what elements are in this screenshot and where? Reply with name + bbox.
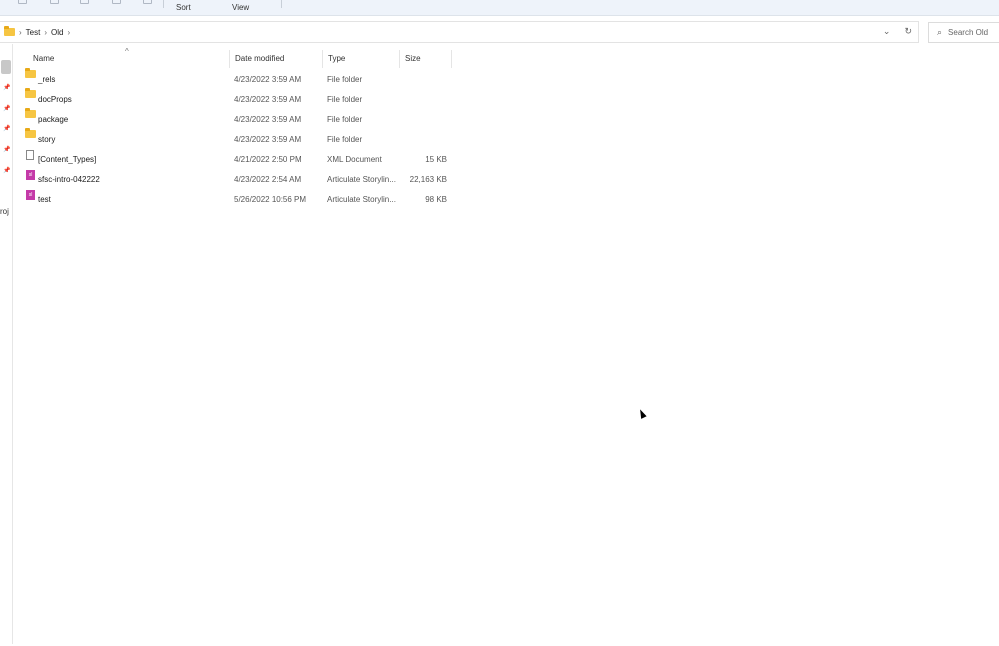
file-date: 4/23/2022 3:59 AM [234, 75, 302, 84]
file-row[interactable]: sl test 5/26/2022 10:56 PM Articulate Story… [22, 190, 452, 210]
mouse-cursor [637, 408, 647, 419]
pin-icon: 📌 [3, 126, 11, 132]
search-placeholder: Search Old [948, 28, 989, 37]
file-name: [Content_Types] [38, 155, 97, 164]
command-bar: Sort View [0, 0, 999, 16]
file-type: File folder [327, 75, 363, 84]
folder-icon [4, 26, 15, 36]
folder-icon [25, 128, 36, 138]
file-type: Articulate Storylin... [327, 195, 396, 204]
file-row[interactable]: sl sfsc-intro-042222 4/23/2022 2:54 AM Arti… [22, 170, 452, 190]
folder-icon [25, 88, 36, 98]
document-icon [26, 150, 34, 160]
folder-icon [25, 68, 36, 78]
divider [163, 0, 164, 8]
delete-icon[interactable] [143, 0, 152, 4]
file-row[interactable]: _rels 4/23/2022 3:59 AM File folder [22, 68, 452, 90]
scrollbar-thumb[interactable] [1, 60, 11, 74]
column-size[interactable]: Size [400, 50, 452, 68]
divider [281, 0, 282, 8]
file-type: File folder [327, 135, 363, 144]
pin-icon: 📌 [3, 147, 11, 153]
file-date: 4/23/2022 2:54 AM [234, 175, 302, 184]
refresh-icon[interactable]: ↻ [904, 26, 912, 37]
file-name: docProps [38, 95, 72, 104]
sort-button[interactable]: Sort [176, 3, 191, 13]
file-size: 15 KB [425, 155, 447, 164]
file-row[interactable]: story 4/23/2022 3:59 AM File folder [22, 128, 452, 150]
chevron-right-icon[interactable]: › [19, 28, 22, 37]
pin-icon: 📌 [3, 85, 11, 91]
column-header: ^ Name Date modified Type Size [14, 47, 454, 68]
chevron-right-icon[interactable]: › [67, 28, 70, 37]
search-icon: ⌕ [937, 27, 943, 37]
chevron-down-icon[interactable]: ⌄ [883, 26, 891, 37]
storyline-file-icon: sl [26, 170, 35, 180]
file-row[interactable]: package 4/23/2022 3:59 AM File folder [22, 108, 452, 130]
pin-icon: 📌 [3, 106, 11, 112]
breadcrumb-test[interactable]: Test [26, 28, 41, 37]
file-date: 4/23/2022 3:59 AM [234, 95, 302, 104]
file-date: 4/21/2022 2:50 PM [234, 155, 302, 164]
file-type: File folder [327, 95, 363, 104]
file-name: story [38, 135, 56, 144]
file-size: 98 KB [425, 195, 447, 204]
file-type: Articulate Storylin... [327, 175, 396, 184]
file-date: 4/23/2022 3:59 AM [234, 135, 302, 144]
file-date: 4/23/2022 3:59 AM [234, 115, 302, 124]
address-bar[interactable]: › Test › Old › ⌄ ↻ [0, 21, 919, 43]
nav-item-partial[interactable]: roj [0, 207, 9, 216]
cut-icon[interactable] [18, 0, 27, 4]
navigation-pane: 📌 📌 📌 📌 📌 roj [0, 44, 13, 644]
folder-icon [25, 108, 36, 118]
file-name: _rels [38, 75, 56, 84]
column-date-modified[interactable]: Date modified [230, 50, 323, 68]
storyline-file-icon: sl [26, 190, 35, 200]
chevron-right-icon[interactable]: › [44, 28, 47, 37]
copy-icon[interactable] [50, 0, 59, 4]
paste-icon[interactable] [80, 0, 89, 4]
breadcrumb-old[interactable]: Old [51, 28, 63, 37]
rename-icon[interactable] [112, 0, 121, 4]
file-name: test [38, 195, 51, 204]
file-type: XML Document [327, 155, 382, 164]
column-type[interactable]: Type [323, 50, 400, 68]
column-name[interactable]: Name [28, 50, 230, 68]
file-row[interactable]: [Content_Types] 4/21/2022 2:50 PM XML Docu… [22, 150, 452, 170]
file-date: 5/26/2022 10:56 PM [234, 195, 307, 204]
pin-icon: 📌 [3, 168, 11, 174]
file-row[interactable]: docProps 4/23/2022 3:59 AM File folder [22, 88, 452, 110]
file-name: sfsc-intro-042222 [38, 175, 100, 184]
file-type: File folder [327, 115, 363, 124]
search-input[interactable]: ⌕ Search Old [928, 22, 999, 43]
file-size: 22,163 KB [409, 175, 447, 184]
view-button[interactable]: View [232, 3, 249, 13]
file-name: package [38, 115, 69, 124]
